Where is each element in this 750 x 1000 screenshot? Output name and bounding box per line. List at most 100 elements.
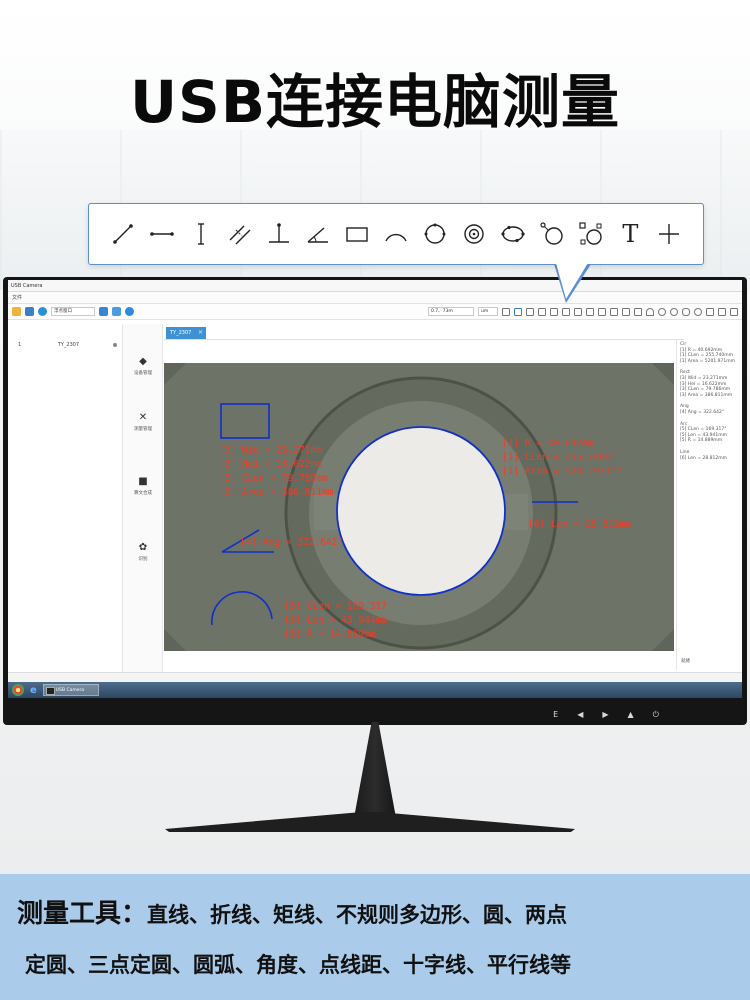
results-angle: Ang [4] Ang = 322.642° (677, 404, 742, 415)
window-mode-select[interactable]: 浮点窗口 (51, 307, 95, 316)
side-navigation: ◆ 设备管理 ✕ 测量管理 ■ 算文合成 ✿ 识别 (123, 324, 163, 674)
mini-parallel-icon[interactable] (598, 307, 606, 316)
label-circle-clen: [1] CLen = 255.740mm (502, 452, 617, 463)
label-arc-len: [5] Len = 43.944mm (284, 615, 387, 626)
menu-file[interactable]: 文件 (12, 294, 22, 301)
nav-recognize[interactable]: ✿ 识别 (123, 542, 163, 562)
mini-perp-icon[interactable] (610, 307, 618, 316)
device-list-panel: 1 TY_2307 (8, 324, 123, 674)
result-line: [6] Len = 28.812mm (680, 455, 727, 461)
eraser-icon[interactable] (550, 307, 558, 316)
app-window: USB Camera 文件 浮点窗口 0.7、73m um 1 TY_2307 … (8, 280, 742, 698)
settings-icon: ✿ (138, 542, 148, 553)
camera-image-canvas[interactable]: [3] Wid = 23.271mm [3] Hei = 16.622mm [3… (164, 363, 674, 651)
nav-image-compose[interactable]: ■ 算文合成 (123, 476, 163, 496)
mini-line-icon[interactable] (562, 307, 570, 316)
label-circle-r: [1] R = 40.692mm (502, 438, 594, 449)
status-bar: 连接成功 (8, 672, 742, 690)
select-area-icon[interactable] (514, 307, 522, 316)
mini-cross-icon[interactable] (730, 307, 738, 316)
image-tabs: TY_2307 ✕ (164, 326, 684, 340)
parallel-line-tool-icon[interactable] (225, 219, 255, 249)
measurement-toolbar-callout: T (88, 203, 704, 265)
result-line: [5] R = 14.889mm (680, 438, 723, 444)
record-icon[interactable] (125, 307, 134, 316)
nav-device-manage[interactable]: ◆ 设备管理 (123, 356, 163, 376)
calibration-select[interactable]: 0.7、73m (428, 307, 474, 316)
text-tool-icon[interactable]: T (615, 219, 645, 249)
taskbar-usb-camera[interactable]: USB Camera (42, 684, 99, 696)
tools-list-1: 直线、折线、矩线、不规则多边形、圆、两点 (147, 903, 568, 927)
device-row[interactable]: 1 TY_2307 (18, 342, 118, 348)
mini-arc-icon[interactable] (646, 307, 654, 316)
monitor-button-left[interactable]: ◀ (577, 710, 583, 720)
unit-select[interactable]: um (478, 307, 498, 316)
start-button-icon[interactable] (12, 684, 24, 696)
three-point-circle-tool-icon[interactable] (537, 219, 567, 249)
crosshair-tool-icon[interactable] (654, 219, 684, 249)
polygon-tool-icon[interactable] (498, 219, 528, 249)
callout-pointer (556, 263, 588, 299)
perpendicular-tool-icon[interactable] (264, 219, 294, 249)
settings-gear-icon[interactable] (38, 307, 47, 316)
mini-circle-icon[interactable] (658, 307, 666, 316)
mini-hline-icon[interactable] (574, 307, 582, 316)
zoom-fit-icon[interactable] (502, 307, 510, 316)
monitor-stand-base (165, 812, 575, 832)
label-rect-clen: [3] CLen = 79.786mm (219, 473, 328, 484)
tab-close-icon[interactable]: ✕ (198, 327, 203, 339)
results-rect: Rect [3] Wid = 23.271mm [3] Hei = 16.622… (677, 370, 742, 398)
mini-angle-icon[interactable] (622, 307, 630, 316)
open-folder-icon[interactable] (12, 307, 21, 316)
label-rect-wid: [3] Wid = 23.271mm (219, 445, 322, 456)
measurement-results-panel: Cir [1] R = 40.692mm [1] CLen = 255.740m… (676, 340, 742, 670)
window-title: USB Camera (11, 282, 43, 289)
device-index: 1 (18, 342, 22, 348)
nav-measure-manage[interactable]: ✕ 测量管理 (123, 412, 163, 432)
monitor-power-button[interactable]: ⏻ (653, 710, 659, 720)
panel-footer-status: 就绪 (681, 659, 690, 664)
tools-line-1: 测量工具：直线、折线、矩线、不规则多边形、圆、两点 (17, 893, 750, 930)
tools-description-band: 测量工具：直线、折线、矩线、不规则多边形、圆、两点 定圆、三点定圆、圆弧、角度、… (0, 874, 750, 1000)
pointer-icon[interactable] (538, 307, 546, 316)
mini-rect-icon[interactable] (634, 307, 642, 316)
result-line: [1] CLen = 255.740mm (680, 353, 734, 359)
monitor-stand-neck (354, 722, 396, 818)
nav-label: 识别 (138, 557, 148, 562)
mini-concentric-icon[interactable] (670, 307, 678, 316)
tab-camera[interactable]: TY_2307 ✕ (166, 327, 206, 339)
ie-icon[interactable]: e (30, 685, 37, 696)
results-arc: Arc [5] CLen = 169.317° [5] Len = 43.941… (677, 422, 742, 444)
mini-text-icon[interactable] (718, 307, 726, 316)
mini-vline-icon[interactable] (586, 307, 594, 316)
tools-line-2: 定圆、三点定圆、圆弧、角度、点线距、十字线、平行线等 (25, 953, 571, 977)
horizontal-line-tool-icon[interactable] (147, 219, 177, 249)
measurement-overlay: [3] Wid = 23.271mm [3] Hei = 16.622mm [3… (164, 363, 674, 651)
arc-tool-icon[interactable] (381, 219, 411, 249)
save-icon[interactable] (25, 307, 34, 316)
concentric-circle-tool-icon[interactable] (459, 219, 489, 249)
hand-pan-icon[interactable] (526, 307, 534, 316)
mini-polygon-icon[interactable] (682, 307, 690, 316)
vertical-line-tool-icon[interactable] (186, 219, 216, 249)
rectangle-tool-icon[interactable] (342, 219, 372, 249)
angle-tool-icon[interactable] (303, 219, 333, 249)
two-point-circle-tool-icon[interactable] (576, 219, 606, 249)
label-rect-area: [3] Area = 386.811mm (219, 487, 334, 498)
menubar: 文件 (8, 292, 742, 304)
mini-2pt-circle-icon[interactable] (706, 307, 714, 316)
result-line: [1] Area = 5201.971mm (680, 358, 736, 364)
camera-capture-icon[interactable] (99, 307, 108, 316)
tab-label: TY_2307 (170, 330, 192, 336)
mini-3pt-circle-icon[interactable] (694, 307, 702, 316)
monitor-button-up[interactable]: ▲ (628, 710, 634, 720)
line-tool-icon[interactable] (108, 219, 138, 249)
circle-tool-icon[interactable] (420, 219, 450, 249)
monitor-buttons: E ◀ ▶ ▲ ⏻ (553, 710, 659, 720)
export-icon[interactable] (112, 307, 121, 316)
page-title: USB连接电脑测量 (129, 68, 621, 136)
label-arc-clen: [5] CLen = 169.317 (284, 601, 387, 612)
label-arc-r: [5] R = 14.889mm (284, 629, 376, 640)
monitor-button-right[interactable]: ▶ (602, 710, 608, 720)
monitor-button-menu[interactable]: E (553, 710, 558, 720)
